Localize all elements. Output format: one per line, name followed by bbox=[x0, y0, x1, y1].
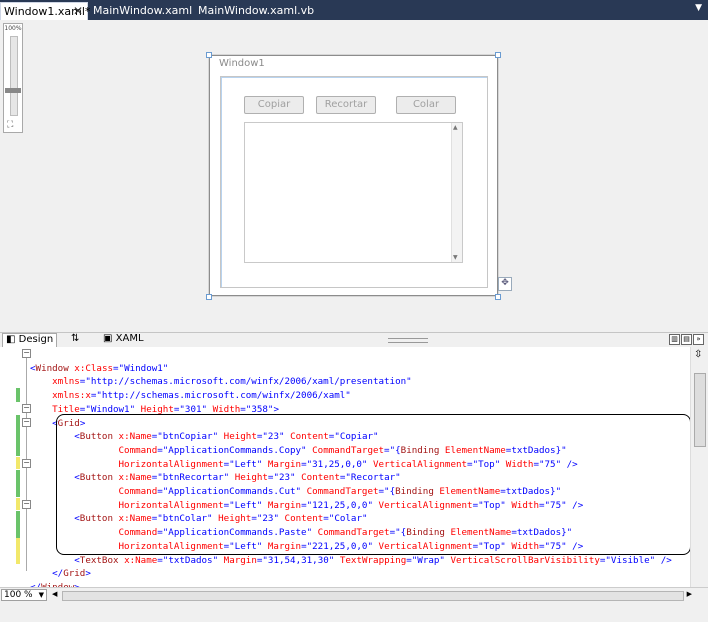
swap-arrows-icon: ⇅ bbox=[71, 333, 80, 344]
zoom-label: 100% bbox=[4, 25, 22, 32]
tab-mainwindow-xaml[interactable]: MainWindow.xaml bbox=[93, 2, 192, 20]
split-editor-icon[interactable]: ⇳ bbox=[694, 349, 702, 360]
tab-design-label: Design bbox=[18, 334, 54, 345]
recortar-button[interactable]: Recortar bbox=[316, 96, 376, 114]
scroll-down-icon[interactable]: ▼ bbox=[453, 254, 458, 261]
copiar-button[interactable]: Copiar bbox=[244, 96, 304, 114]
collapse-pane-icon[interactable]: » bbox=[693, 334, 704, 345]
scroll-up-icon[interactable]: ▲ bbox=[453, 124, 458, 131]
code-line: <Window x:Class="Window1" bbox=[30, 362, 169, 374]
close-icon[interactable]: ✕ bbox=[73, 3, 83, 20]
pane-layout-controls: ▥ ▤» bbox=[668, 334, 704, 345]
change-mark bbox=[16, 388, 20, 402]
zoom-thumb[interactable] bbox=[5, 88, 21, 93]
tab-label: MainWindow.xaml bbox=[93, 4, 193, 17]
tab-mainwindow-xaml-vb[interactable]: MainWindow.xaml.vb bbox=[198, 2, 314, 20]
change-mark bbox=[16, 415, 20, 456]
swap-panes-button[interactable]: ⇅ bbox=[68, 333, 82, 346]
code-line: xmlns="http://schemas.microsoft.com/winf… bbox=[30, 376, 412, 388]
zoom-value: 100 % bbox=[4, 590, 33, 600]
tab-label: MainWindow.xaml.vb bbox=[198, 4, 315, 17]
tab-xaml-label: XAML bbox=[115, 333, 144, 344]
tab-list-dropdown-icon[interactable]: ▼ bbox=[695, 3, 702, 13]
design-icon: ◧ bbox=[6, 334, 16, 345]
resize-handle[interactable] bbox=[495, 294, 501, 300]
editor-gutter: − − − − − bbox=[0, 347, 31, 587]
tab-window1-xaml[interactable]: Window1.xaml* ✕ bbox=[0, 2, 90, 20]
editor-horizontal-scrollbar[interactable]: ◀ ▶ bbox=[52, 590, 692, 601]
chevron-down-icon[interactable]: ▼ bbox=[39, 590, 44, 601]
change-mark bbox=[16, 538, 20, 564]
view-splitter[interactable]: ◧ Design ⇅ ▣ XAML ▥ ▤» bbox=[0, 332, 708, 348]
resize-handle[interactable] bbox=[495, 52, 501, 58]
colar-button[interactable]: Colar bbox=[396, 96, 456, 114]
window-title: Window1 bbox=[219, 58, 265, 69]
zoom-slider[interactable]: 100% ⛶ bbox=[3, 23, 23, 133]
zoom-track[interactable] bbox=[10, 36, 18, 116]
tab-xaml[interactable]: ▣ XAML bbox=[100, 333, 147, 346]
change-mark bbox=[16, 457, 20, 469]
code-line: xmlns:x="http://schemas.microsoft.com/wi… bbox=[30, 390, 351, 402]
tab-design[interactable]: ◧ Design bbox=[2, 333, 58, 347]
txtdados-textbox[interactable]: ▲ ▼ bbox=[244, 122, 463, 263]
change-mark bbox=[16, 498, 20, 510]
selection-highlight bbox=[56, 414, 691, 555]
code-line: <TextBox x:Name="txtDados" Margin="31,54… bbox=[30, 554, 672, 566]
editor-vertical-scrollbar[interactable]: ⇳ bbox=[690, 347, 708, 587]
zoom-fit-icon[interactable]: ⛶ bbox=[7, 120, 13, 130]
splitter-grip[interactable] bbox=[388, 338, 428, 343]
window-client-area[interactable]: Copiar Recortar Colar ▲ ▼ bbox=[220, 76, 488, 288]
scroll-thumb[interactable] bbox=[694, 373, 706, 447]
code-line: </Grid> bbox=[30, 568, 91, 580]
vertical-split-icon[interactable]: ▥ bbox=[669, 334, 680, 345]
change-mark bbox=[16, 511, 20, 538]
resize-handle[interactable] bbox=[206, 52, 212, 58]
window-anchor-icon[interactable]: ✥ bbox=[498, 277, 512, 291]
horizontal-split-icon[interactable]: ▤ bbox=[681, 334, 692, 345]
xaml-icon: ▣ bbox=[103, 333, 113, 344]
scroll-right-icon[interactable]: ▶ bbox=[687, 590, 692, 598]
design-surface[interactable]: 100% ⛶ Window1 Copiar Recortar Colar ▲ ▼… bbox=[0, 20, 708, 332]
editor-bottom-bar: 100 % ▼ ◀ ▶ bbox=[0, 587, 708, 603]
scroll-thumb[interactable] bbox=[62, 591, 684, 601]
window-preview[interactable]: Window1 Copiar Recortar Colar ▲ ▼ bbox=[209, 55, 498, 296]
document-tab-bar: Window1.xaml* ✕ MainWindow.xaml MainWind… bbox=[0, 0, 708, 20]
scroll-left-icon[interactable]: ◀ bbox=[52, 590, 57, 598]
change-mark bbox=[16, 470, 20, 497]
textbox-scrollbar[interactable]: ▲ ▼ bbox=[451, 123, 462, 262]
xaml-editor[interactable]: − − − − − <Window x:Class="Window1" xmln… bbox=[0, 347, 708, 593]
editor-zoom-select[interactable]: 100 % ▼ bbox=[1, 589, 47, 601]
resize-handle[interactable] bbox=[206, 294, 212, 300]
